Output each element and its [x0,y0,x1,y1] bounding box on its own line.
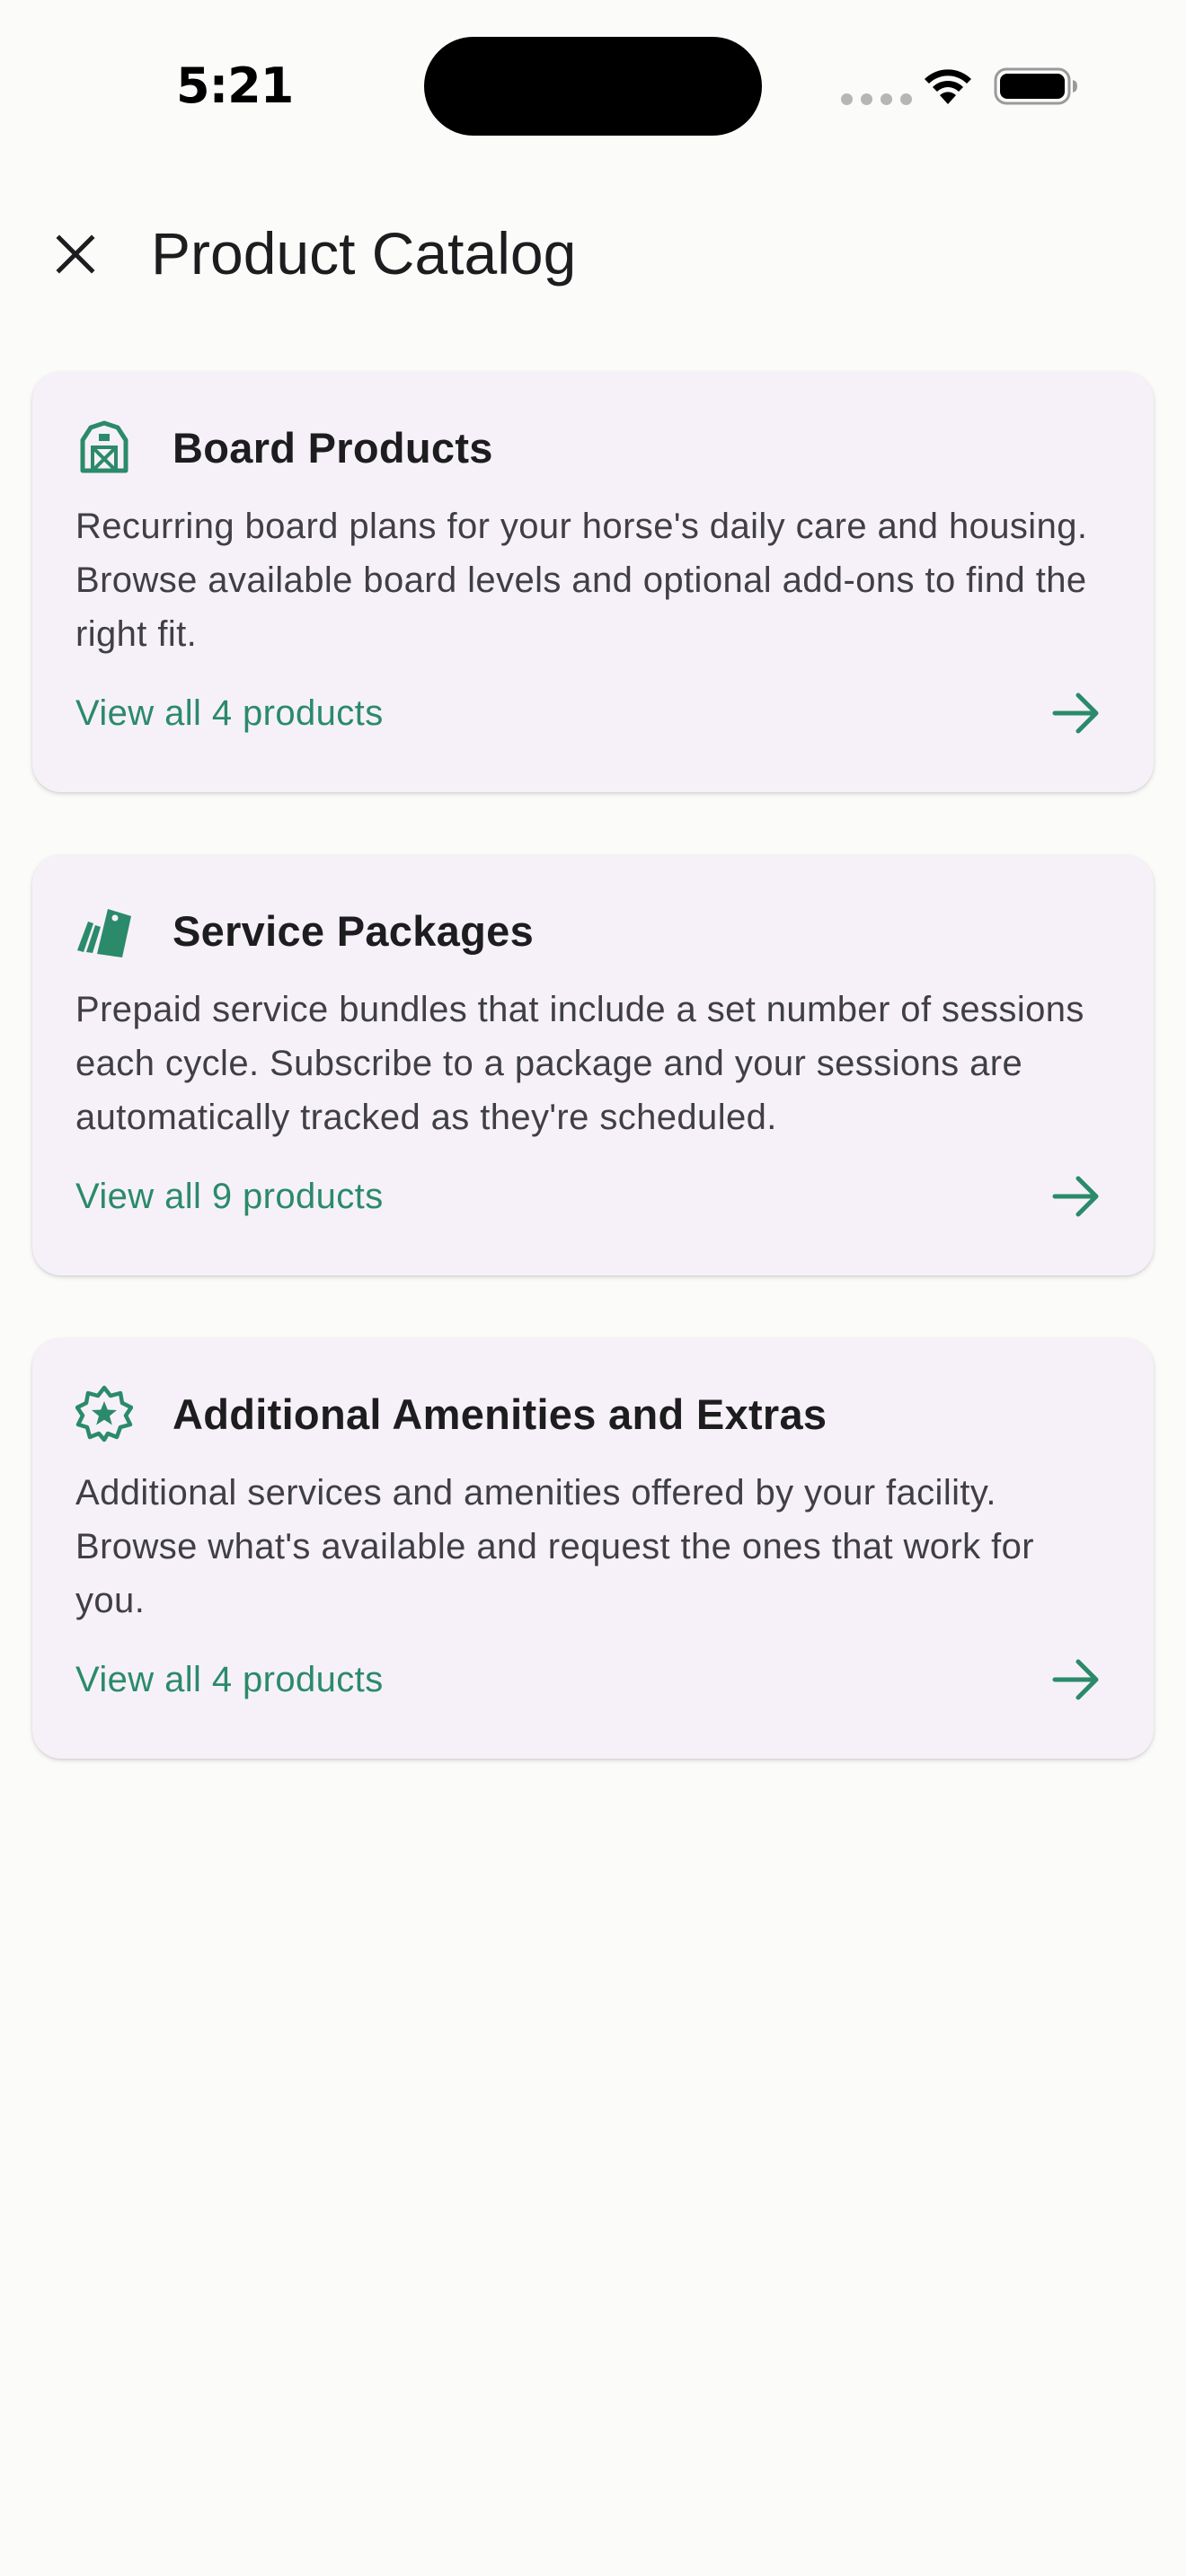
card-footer: View all 4 products [75,686,1111,740]
wifi-icon [925,69,971,104]
star-badge-icon [75,1385,133,1442]
card-header: Additional Amenities and Extras [75,1385,1111,1442]
view-all-products-link[interactable]: View all 9 products [75,1177,384,1217]
app-bar: Product Catalog [0,198,1186,311]
battery-icon [994,67,1077,105]
price-tags-icon [75,902,133,959]
category-card-amenities-extras[interactable]: Additional Amenities and Extras Addition… [32,1338,1154,1759]
status-time: 5:21 [176,57,294,114]
card-description: Prepaid service bundles that include a s… [75,990,1084,1137]
card-header: Board Products [75,419,1111,476]
card-description: Recurring board plans for your horse's d… [75,507,1088,654]
card-header: Service Packages [75,902,1111,959]
card-title: Service Packages [173,906,535,955]
view-all-products-link[interactable]: View all 4 products [75,1660,384,1700]
close-icon [56,234,95,274]
card-title: Additional Amenities and Extras [173,1389,828,1438]
card-footer: View all 9 products [75,1169,1111,1223]
category-card-board-products[interactable]: Board Products Recurring board plans for… [32,372,1154,792]
status-bar: 5:21 [0,0,1186,171]
card-description: Additional services and amenities offere… [75,1473,1034,1620]
card-title: Board Products [173,423,493,472]
catalog-category-list: Board Products Recurring board plans for… [32,372,1154,1822]
barn-icon [75,419,133,476]
cellular-signal-icon [841,93,912,105]
product-catalog-screen: 5:21 Product Catalog Board Products Recu… [0,0,1186,2576]
view-all-products-link[interactable]: View all 4 products [75,693,384,734]
arrow-right-icon [1052,693,1099,734]
close-button[interactable] [43,222,108,287]
arrow-right-icon [1052,1659,1099,1700]
category-card-service-packages[interactable]: Service Packages Prepaid service bundles… [32,855,1154,1275]
page-title: Product Catalog [151,220,577,287]
arrow-right-icon [1052,1176,1099,1217]
card-footer: View all 4 products [75,1653,1111,1707]
dynamic-island [424,37,762,136]
